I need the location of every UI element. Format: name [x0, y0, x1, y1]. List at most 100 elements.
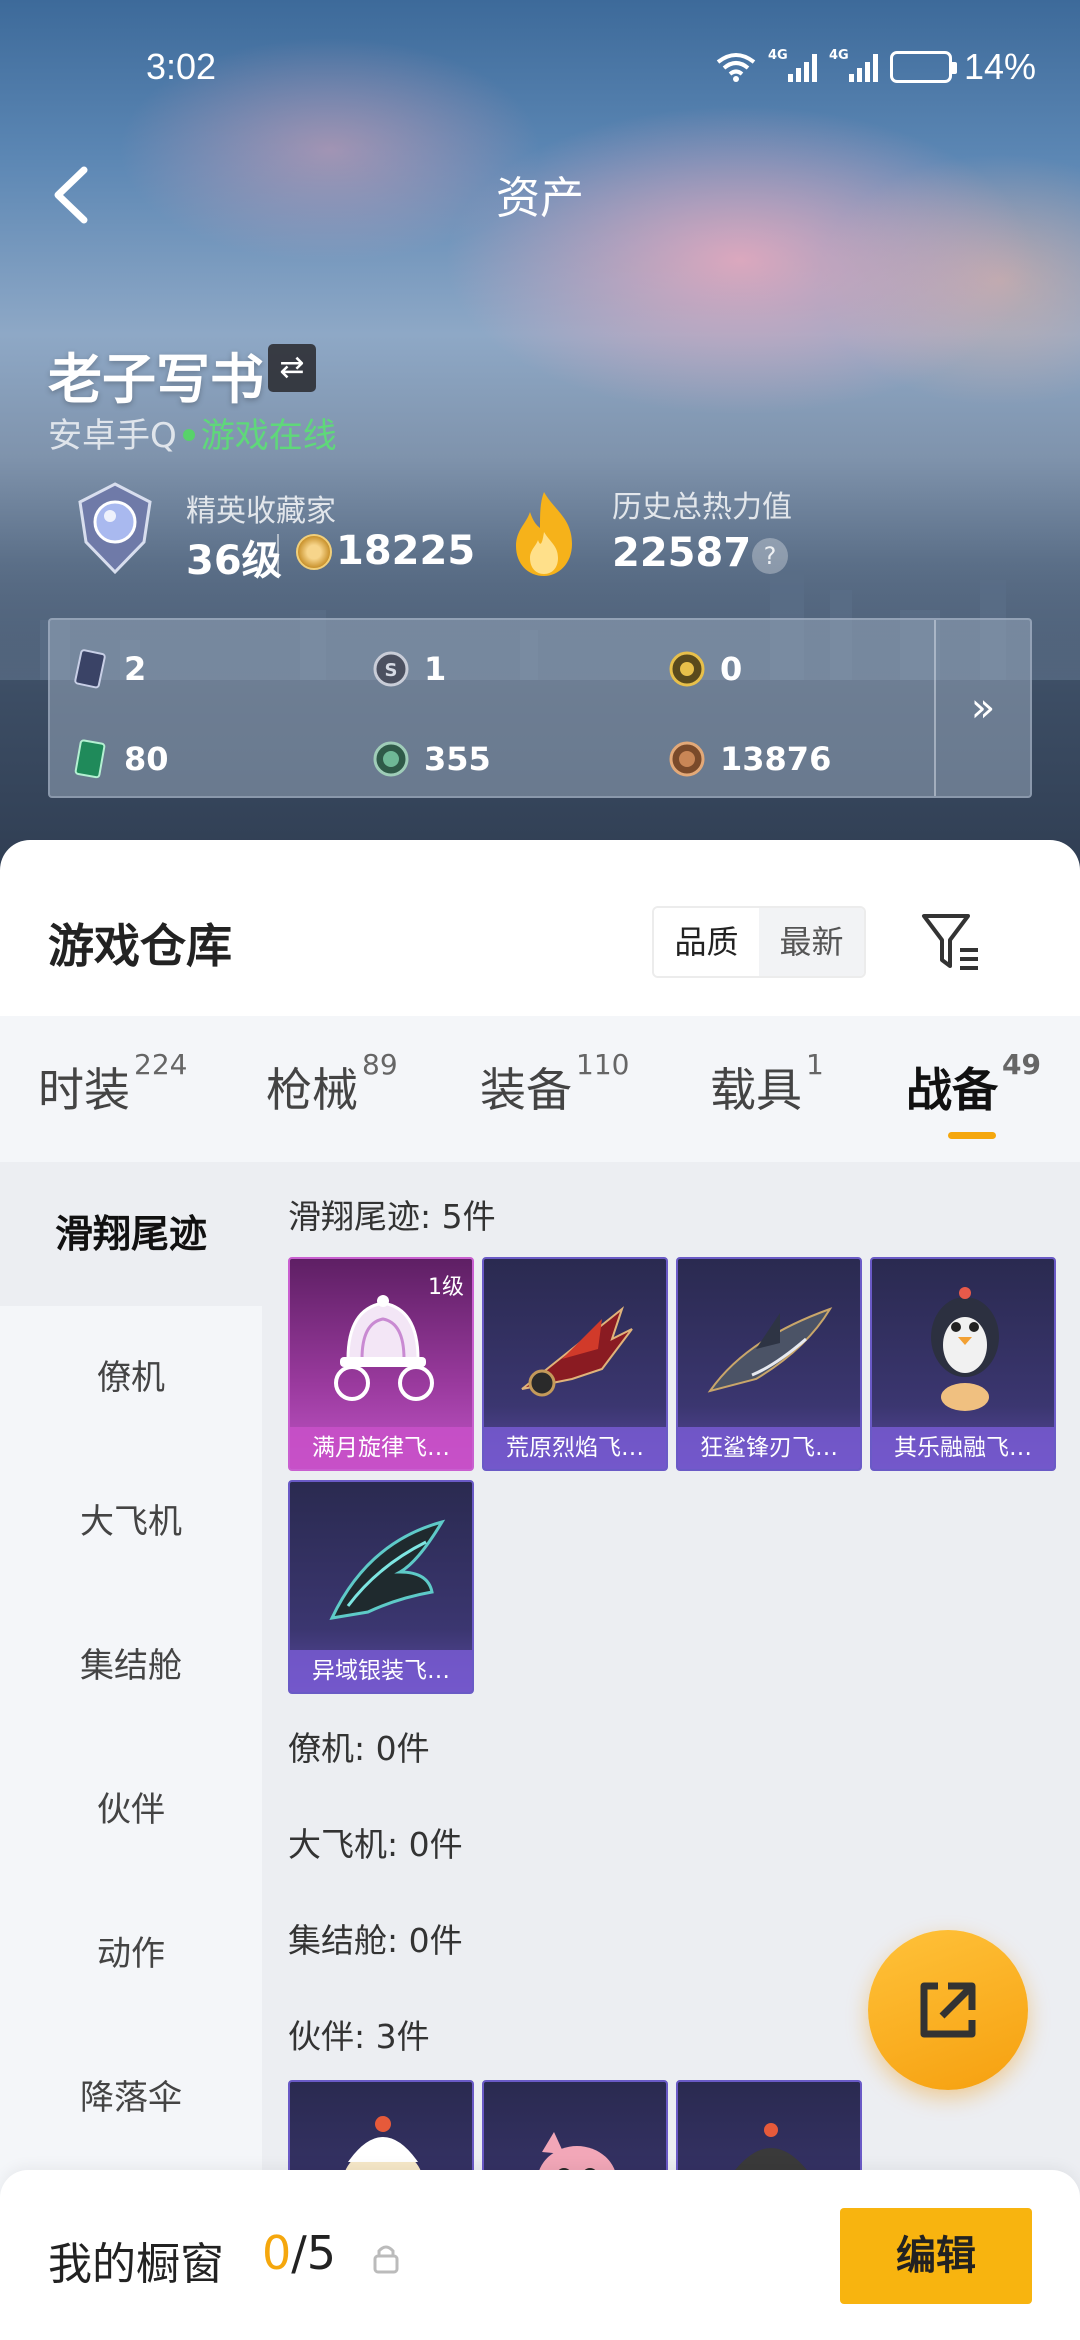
switch-account-icon[interactable]: ⇄	[268, 344, 316, 392]
collector-rank-badge-icon	[78, 482, 152, 575]
showcase-bar: 我的橱窗 0/5 编辑	[0, 2170, 1080, 2340]
bronze-coin-icon	[669, 741, 705, 777]
tab-label: 装备	[480, 1063, 572, 1117]
profile-header: 3:02 4G 4G 14% 资产 老子写书 ⇄ 安卓手Q 游戏在线 精英收藏家…	[0, 0, 1080, 880]
filter-icon[interactable]	[920, 904, 984, 980]
subnav-partner[interactable]: 伙伴	[0, 1738, 262, 1882]
card-icon	[74, 649, 106, 689]
shark-blade-icon	[707, 1307, 833, 1393]
subnav-glide-trail[interactable]: 滑翔尾迹	[0, 1162, 262, 1306]
currency-bronze: 13876	[668, 734, 831, 784]
subnav-wingman[interactable]: 僚机	[0, 1306, 262, 1450]
wifi-icon	[716, 53, 756, 82]
divider	[277, 534, 279, 574]
item-card[interactable]: 其乐融融飞…	[870, 1257, 1056, 1471]
more-currencies-button[interactable]: »	[934, 620, 1030, 796]
tab-gear[interactable]: 装备 110	[480, 1048, 629, 1120]
exotic-wing-icon	[329, 1519, 446, 1620]
showcase-current: 0	[262, 2226, 292, 2280]
showcase-label: 我的橱窗	[48, 2239, 224, 2290]
gold-badge-icon	[296, 534, 332, 570]
flame-icon	[516, 492, 572, 576]
battery-percent: 14%	[963, 46, 1036, 87]
tab-count: 89	[362, 1048, 398, 1081]
subcategory-sidebar: 滑翔尾迹 僚机 大飞机 集结舱 伙伴 动作 降落伞	[0, 1162, 262, 2340]
player-name: 老子写书	[48, 348, 264, 411]
group-label-wingman: 僚机: 0件	[288, 1729, 430, 1768]
penguin-balloon-icon	[931, 1287, 999, 1411]
page-title: 资产	[496, 173, 584, 224]
tab-label: 战备	[906, 1063, 998, 1117]
item-name: 异域银装飞…	[290, 1650, 472, 1692]
sort-toggle: 品质 最新	[652, 906, 866, 978]
heat-label: 历史总热力值	[612, 490, 792, 525]
item-level-tag: 1级	[428, 1275, 464, 1300]
silver-coin-icon: S	[373, 651, 409, 687]
currency-panel: 2 S 1 0 80 355 13876 »	[48, 618, 1032, 798]
share-external-icon	[920, 1982, 976, 2038]
green-ticket-icon	[74, 739, 106, 779]
subnav-emote[interactable]: 动作	[0, 1882, 262, 2026]
edit-button[interactable]: 编辑	[840, 2208, 1032, 2304]
currency-green: 355	[372, 734, 491, 784]
tab-combat-prep[interactable]: 战备 49	[906, 1048, 1041, 1139]
active-tab-indicator	[948, 1132, 996, 1139]
item-name: 荒原烈焰飞…	[484, 1427, 666, 1469]
help-icon[interactable]: ?	[752, 538, 788, 574]
account-info: 安卓手Q 游戏在线	[48, 408, 337, 457]
tab-count: 110	[576, 1048, 630, 1081]
currency-value: 0	[720, 650, 743, 688]
currency-ticket: 80	[72, 734, 169, 784]
group-label-plane: 大飞机: 0件	[288, 1825, 463, 1864]
lock-icon	[373, 2245, 399, 2274]
subnav-parachute[interactable]: 降落伞	[0, 2026, 262, 2170]
collector-level: 36级	[186, 538, 282, 584]
currency-value: 13876	[720, 740, 832, 778]
platform-label: 安卓手Q	[48, 416, 177, 456]
sort-quality[interactable]: 品质	[654, 908, 759, 976]
currency-value: 1	[424, 650, 447, 688]
tab-label: 载具	[710, 1063, 802, 1117]
cell-signal-icon: 4G	[768, 48, 817, 82]
showcase-total: /5	[291, 2226, 337, 2280]
warehouse-sheet: 游戏仓库 品质 最新 时装 224 枪械 89 装备 110 载具 1 战备 49 滑翔尾…	[0, 840, 1080, 2340]
network-type-1: 4G	[767, 48, 788, 63]
cell-signal-icon: 4G	[829, 48, 878, 82]
collector-points: 18225	[336, 528, 476, 574]
subnav-rally-pod[interactable]: 集结舱	[0, 1594, 262, 1738]
currency-card: 2	[72, 644, 146, 694]
flame-wing-trail-icon	[521, 1306, 633, 1397]
tab-guns[interactable]: 枪械 89	[266, 1048, 398, 1120]
sort-newest[interactable]: 最新	[759, 908, 864, 976]
svg-text:S: S	[385, 660, 398, 681]
online-dot-icon	[182, 429, 195, 441]
tab-vehicles[interactable]: 载具 1	[710, 1048, 824, 1120]
item-card[interactable]: 狂鲨锋刃飞…	[676, 1257, 862, 1471]
tab-count: 49	[1002, 1048, 1041, 1081]
item-name: 狂鲨锋刃飞…	[678, 1427, 860, 1469]
status-bar: 3:02 4G 4G 14%	[0, 40, 1080, 100]
item-card[interactable]: 异域银装飞…	[288, 1480, 474, 1694]
collector-title: 精英收藏家	[186, 494, 336, 529]
tab-label: 时装	[38, 1063, 130, 1117]
item-name: 满月旋律飞…	[290, 1427, 472, 1469]
tab-label: 枪械	[266, 1063, 358, 1117]
tab-count: 224	[134, 1048, 188, 1081]
item-card[interactable]: 荒原烈焰飞…	[482, 1257, 668, 1471]
item-grid: 滑翔尾迹: 5件 1级 满月旋律飞… 荒原烈焰飞… 狂鲨锋刃飞… 其乐融融飞… …	[262, 1162, 1080, 2340]
warehouse-title: 游戏仓库	[48, 919, 232, 973]
tab-count: 1	[806, 1048, 824, 1081]
category-tabs: 时装 224 枪械 89 装备 110 载具 1 战备 49	[0, 1016, 1080, 1162]
share-button[interactable]	[868, 1930, 1028, 2090]
currency-gold: 0	[668, 644, 742, 694]
heat-value: 22587	[612, 530, 752, 576]
online-status: 游戏在线	[200, 416, 337, 456]
network-type-2: 4G	[828, 48, 849, 63]
item-card[interactable]: 1级 满月旋律飞…	[288, 1257, 474, 1471]
subnav-big-plane[interactable]: 大飞机	[0, 1450, 262, 1594]
group-label-glide: 滑翔尾迹: 5件	[288, 1197, 496, 1236]
status-time: 3:02	[146, 46, 217, 87]
battery-icon	[889, 51, 957, 83]
tab-outfits[interactable]: 时装 224	[38, 1048, 187, 1120]
item-name: 其乐融融飞…	[872, 1427, 1054, 1469]
